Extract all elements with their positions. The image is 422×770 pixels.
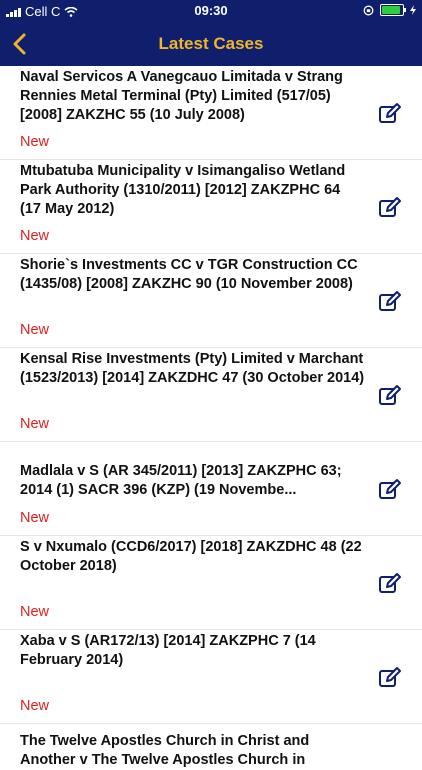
- new-badge: New: [20, 416, 50, 432]
- edit-icon[interactable]: [378, 478, 402, 502]
- case-item[interactable]: Naval Servicos A Vanegcauo Limitada v St…: [0, 66, 422, 160]
- edit-icon[interactable]: [378, 572, 402, 596]
- charging-icon: [410, 5, 416, 15]
- edit-icon[interactable]: [378, 290, 402, 314]
- page-title: Latest Cases: [158, 34, 264, 53]
- orientation-lock-icon: [363, 5, 374, 15]
- case-item[interactable]: Madlala v S (AR 345/2011) [2013] ZAKZPHC…: [0, 442, 422, 536]
- new-badge: New: [20, 322, 50, 338]
- case-title: Xaba v S (AR172/13) [2014] ZAKZPHC 7 (14…: [20, 633, 316, 668]
- new-badge: New: [20, 604, 50, 620]
- case-title: Madlala v S (AR 345/2011) [2013] ZAKZPHC…: [20, 463, 342, 498]
- case-title: S v Nxumalo (CCD6/2017) [2018] ZAKZDHC 4…: [20, 539, 362, 574]
- status-right: [363, 4, 416, 16]
- case-title: Kensal Rise Investments (Pty) Limited v …: [20, 351, 365, 386]
- case-item[interactable]: S v Nxumalo (CCD6/2017) [2018] ZAKZDHC 4…: [0, 536, 422, 630]
- case-item[interactable]: The Twelve Apostles Church in Christ and…: [0, 724, 422, 768]
- cases-list: Naval Servicos A Vanegcauo Limitada v St…: [0, 66, 422, 768]
- edit-icon[interactable]: [378, 384, 402, 408]
- case-title: Shorie`s Investments CC v TGR Constructi…: [20, 257, 358, 292]
- case-item[interactable]: Shorie`s Investments CC v TGR Constructi…: [0, 254, 422, 348]
- edit-icon[interactable]: [378, 666, 402, 690]
- case-title: The Twelve Apostles Church in Christ and…: [20, 733, 310, 768]
- new-badge: New: [20, 510, 50, 526]
- status-time: 09:30: [194, 3, 228, 18]
- new-badge: New: [20, 134, 50, 150]
- nav-bar: Latest Cases: [0, 22, 422, 66]
- status-bar: Cell C 09:30: [0, 0, 422, 22]
- case-item[interactable]: Kensal Rise Investments (Pty) Limited v …: [0, 348, 422, 442]
- edit-icon[interactable]: [378, 196, 402, 220]
- new-badge: New: [20, 698, 50, 714]
- case-title: Mtubatuba Municipality v Isimangaliso We…: [20, 163, 346, 217]
- battery-icon: [380, 4, 406, 16]
- case-item[interactable]: Xaba v S (AR172/13) [2014] ZAKZPHC 7 (14…: [0, 630, 422, 724]
- new-badge: New: [20, 228, 50, 244]
- case-title: Naval Servicos A Vanegcauo Limitada v St…: [20, 69, 343, 123]
- case-item[interactable]: Mtubatuba Municipality v Isimangaliso We…: [0, 160, 422, 254]
- edit-icon[interactable]: [378, 102, 402, 126]
